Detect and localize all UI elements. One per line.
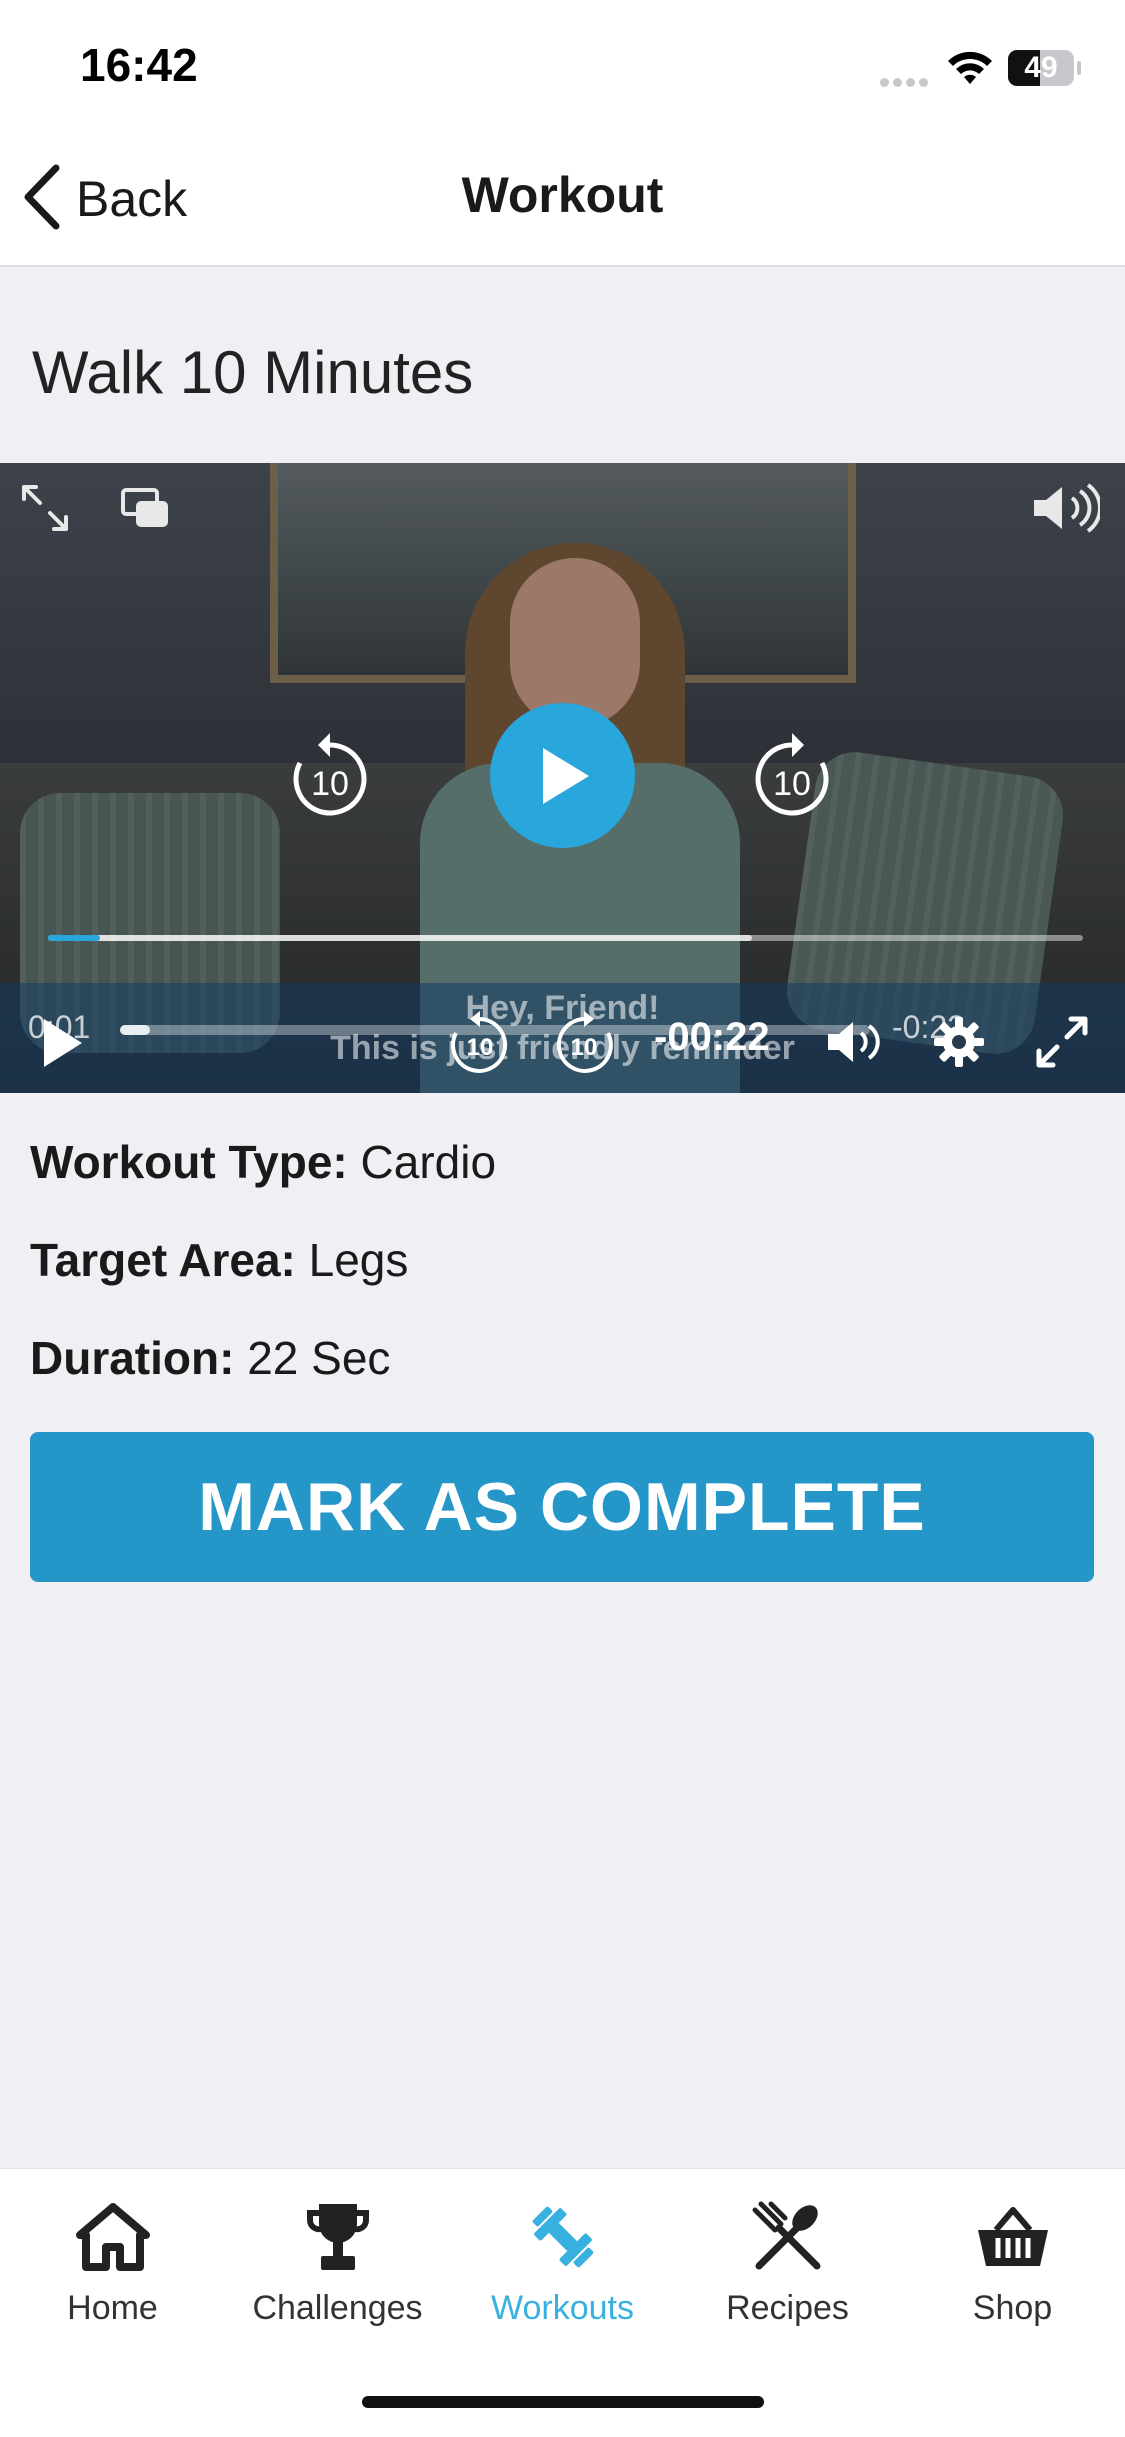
nav-title: Workout: [461, 167, 664, 223]
home-indicator: [362, 2396, 764, 2408]
trophy-icon: [225, 2197, 450, 2277]
fullscreen-icon[interactable]: [1035, 1015, 1089, 1074]
svg-text:10: 10: [467, 1034, 494, 1061]
forward-label: 10: [773, 765, 811, 803]
video-scrubber[interactable]: [48, 935, 1083, 941]
target-area-row: Target Area: Legs: [30, 1234, 409, 1286]
play-button[interactable]: [490, 703, 635, 848]
battery-icon: 49: [1008, 50, 1074, 86]
workout-details: Workout Type: Cardio Target Area: Legs D…: [30, 1135, 496, 1429]
tab-shop[interactable]: Shop: [900, 2197, 1125, 2328]
workout-type-row: Workout Type: Cardio: [30, 1136, 497, 1188]
rewind-label: 10: [311, 765, 349, 803]
picture-in-picture-icon[interactable]: [120, 487, 170, 534]
cellular-signal-icon: [880, 74, 932, 92]
wifi-icon: [945, 48, 995, 91]
rewind-10-icon[interactable]: 10: [290, 731, 370, 826]
expand-icon[interactable]: [20, 483, 70, 538]
dumbbell-icon: [450, 2197, 675, 2277]
bottom-forward-icon[interactable]: 10: [552, 1011, 616, 1080]
svg-text:10: 10: [571, 1034, 598, 1061]
home-icon: [0, 2197, 225, 2277]
status-bar: 16:42 49: [0, 0, 1125, 130]
basket-icon: [900, 2197, 1125, 2277]
bottom-rewind-icon[interactable]: 10: [448, 1011, 512, 1080]
tab-workouts[interactable]: Workouts: [450, 2197, 675, 2328]
tab-challenges[interactable]: Challenges: [225, 2197, 450, 2328]
video-player[interactable]: 10 10 Hey, Friend! This is just friendly…: [0, 463, 1125, 1093]
workout-title: Walk 10 Minutes: [32, 339, 474, 406]
forward-10-icon[interactable]: 10: [752, 731, 832, 826]
duration-row: Duration: 22 Sec: [30, 1332, 391, 1384]
countdown-time: -00:22: [654, 1015, 770, 1059]
bottom-play-icon[interactable]: [40, 1016, 86, 1075]
nav-bar: Back Workout: [0, 130, 1125, 267]
settings-gear-icon[interactable]: [932, 1015, 986, 1074]
tab-home[interactable]: Home: [0, 2197, 225, 2328]
battery-level: 49: [1024, 51, 1058, 84]
play-icon: [542, 747, 589, 804]
bottom-volume-icon[interactable]: [826, 1019, 884, 1070]
tab-recipes[interactable]: Recipes: [675, 2197, 900, 2328]
fork-spoon-icon: [675, 2197, 900, 2277]
volume-icon[interactable]: [1030, 483, 1102, 538]
mark-as-complete-button[interactable]: MARK AS COMPLETE: [30, 1432, 1094, 1582]
status-time: 16:42: [80, 39, 198, 91]
